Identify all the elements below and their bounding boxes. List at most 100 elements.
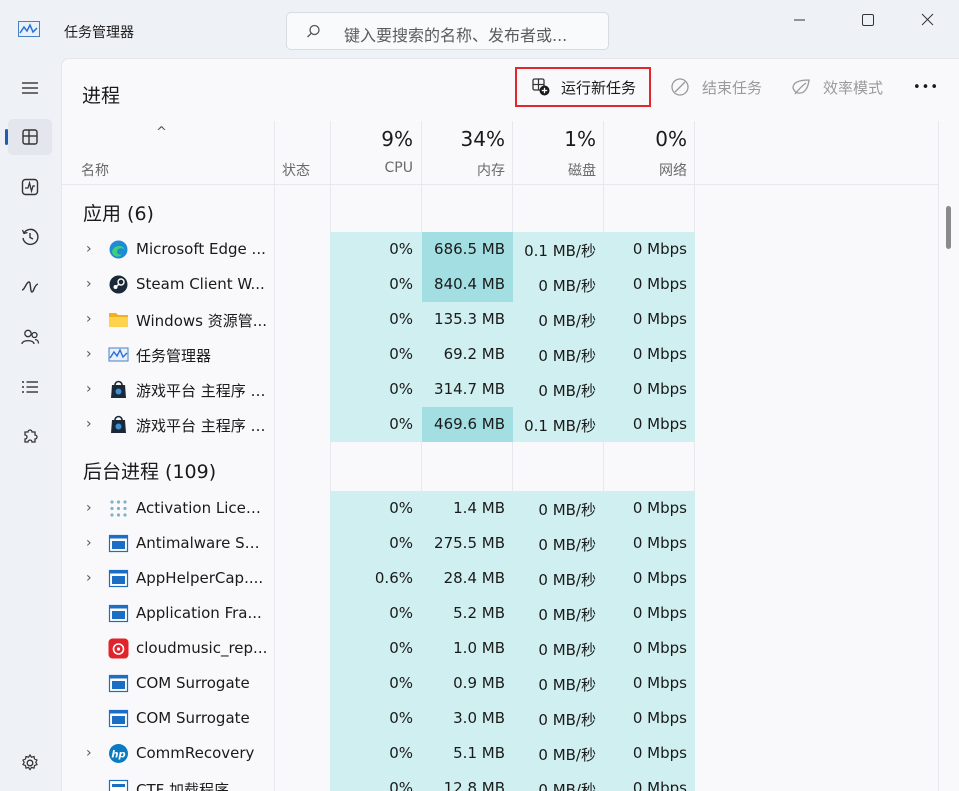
process-name: 游戏平台 主程序 (... [136, 417, 268, 435]
gameplatform-icon [111, 415, 126, 433]
close-button[interactable] [904, 0, 950, 40]
app-title: 任务管理器 [64, 25, 134, 41]
column-header-memory[interactable]: 内存 [422, 160, 505, 180]
table-row[interactable]: › Antimalware Ser... 0% 275.5 MB 0 MB/秒 … [62, 526, 695, 561]
nav-app-history[interactable] [8, 219, 52, 255]
maximize-button[interactable] [845, 0, 891, 40]
table-row[interactable]: CTF 加载程序 0% 12.8 MB 0 MB/秒 0 Mbps [62, 771, 695, 791]
network-cell: 0 Mbps [604, 736, 695, 771]
task-manager-app-icon [18, 21, 40, 37]
memory-cell: 12.8 MB [422, 771, 513, 791]
table-row[interactable]: Application Fra... 0% 5.2 MB 0 MB/秒 0 Mb… [62, 596, 695, 631]
cpu-cell: 0% [330, 631, 421, 666]
expand-chevron-icon[interactable]: › [86, 535, 92, 551]
run-new-task-label: 运行新任务 [561, 78, 637, 97]
network-cell: 0 Mbps [604, 232, 695, 267]
table-row[interactable]: › Windows 资源管... 0% 135.3 MB 0 MB/秒 0 Mb… [62, 302, 695, 337]
memory-total-pct[interactable]: 34% [422, 127, 505, 151]
nav-menu-toggle[interactable] [8, 70, 52, 106]
details-list-icon [22, 381, 38, 393]
table-row[interactable]: › Activation Licen... 0% 1.4 MB 0 MB/秒 0… [62, 491, 695, 526]
network-cell: 0 Mbps [604, 407, 695, 442]
end-task-icon [671, 78, 689, 96]
efficiency-mode-button[interactable]: 效率模式 [791, 67, 883, 107]
group-header-background: 后台进程 (109) [83, 461, 217, 483]
search-placeholder: 键入要搜索的名称、发布者或... [344, 26, 568, 45]
expand-chevron-icon[interactable]: › [86, 570, 92, 586]
table-row[interactable]: › 游戏平台 主程序 (... 0% 314.7 MB 0 MB/秒 0 Mbp… [62, 372, 695, 407]
cpu-cell: 0% [330, 337, 421, 372]
column-header-status[interactable]: 状态 [282, 160, 310, 180]
window-icon [108, 604, 129, 623]
process-name: COM Surrogate [136, 709, 250, 727]
group-header-apps: 应用 (6) [83, 203, 154, 225]
close-icon [921, 13, 934, 26]
network-cell: 0 Mbps [604, 526, 695, 561]
process-name: Antimalware Ser... [136, 534, 268, 552]
scrollbar-thumb[interactable] [946, 206, 951, 249]
window-icon [108, 709, 129, 728]
vertical-scrollbar[interactable] [938, 121, 959, 791]
memory-cell: 1.4 MB [422, 491, 513, 526]
sort-ascending-icon[interactable]: ^ [156, 125, 167, 140]
expand-chevron-icon[interactable]: › [86, 346, 92, 362]
nav-services[interactable] [8, 419, 52, 455]
run-new-task-button[interactable]: 运行新任务 [515, 67, 651, 107]
memory-cell: 840.4 MB [422, 267, 513, 302]
cpu-cell: 0% [330, 701, 421, 736]
edge-icon [109, 240, 128, 259]
process-name: cloudmusic_rep... [136, 639, 268, 657]
expand-chevron-icon[interactable]: › [86, 500, 92, 516]
table-row[interactable]: › Microsoft Edge ... 0% 686.5 MB 0.1 MB/… [62, 232, 695, 267]
column-header-cpu[interactable]: CPU [330, 160, 413, 176]
disk-cell: 0 MB/秒 [513, 372, 604, 407]
table-row[interactable]: › hp CommRecovery 0% 5.1 MB 0 MB/秒 0 Mbp… [62, 736, 695, 771]
window-icon [108, 534, 129, 553]
cpu-cell: 0% [330, 232, 421, 267]
cpu-cell: 0% [330, 407, 421, 442]
table-row[interactable]: › AppHelperCap.... 0.6% 28.4 MB 0 MB/秒 0… [62, 561, 695, 596]
run-task-icon [532, 78, 550, 96]
table-row[interactable]: › 游戏平台 主程序 (... 0% 469.6 MB 0.1 MB/秒 0 M… [62, 407, 695, 442]
nav-settings[interactable] [8, 745, 52, 781]
column-header-name[interactable]: 名称 [81, 160, 109, 180]
table-row[interactable]: COM Surrogate 0% 0.9 MB 0 MB/秒 0 Mbps [62, 666, 695, 701]
expand-chevron-icon[interactable]: › [86, 241, 92, 257]
nav-details[interactable] [8, 369, 52, 405]
nav-users[interactable] [8, 319, 52, 355]
column-header-network[interactable]: 网络 [604, 160, 687, 180]
network-cell: 0 Mbps [604, 771, 695, 791]
table-row[interactable]: cloudmusic_rep... 0% 1.0 MB 0 MB/秒 0 Mbp… [62, 631, 695, 666]
process-name: 任务管理器 [136, 347, 212, 365]
disk-total-pct[interactable]: 1% [513, 127, 596, 151]
cpu-total-pct[interactable]: 9% [330, 127, 413, 151]
expand-chevron-icon[interactable]: › [86, 745, 92, 761]
table-row[interactable]: COM Surrogate 0% 3.0 MB 0 MB/秒 0 Mbps [62, 701, 695, 736]
cpu-cell: 0% [330, 771, 421, 791]
table-header: ^ 名称 状态 9% CPU 34% 内存 1% 磁盘 0% 网络 [62, 121, 938, 185]
expand-chevron-icon[interactable]: › [86, 311, 92, 327]
nav-startup-apps[interactable] [8, 269, 52, 305]
nav-performance[interactable] [8, 169, 52, 205]
expand-chevron-icon[interactable]: › [86, 276, 92, 292]
end-task-button[interactable]: 结束任务 [670, 67, 762, 107]
startup-icon [21, 281, 39, 293]
process-name: 游戏平台 主程序 (... [136, 382, 268, 400]
ctf-icon [108, 779, 129, 791]
performance-icon [21, 178, 39, 196]
process-table: ^ 名称 状态 9% CPU 34% 内存 1% 磁盘 0% 网络 应用 (6)… [62, 121, 938, 791]
cpu-cell: 0% [330, 302, 421, 337]
table-row[interactable]: › 任务管理器 0% 69.2 MB 0 MB/秒 0 Mbps [62, 337, 695, 372]
expand-chevron-icon[interactable]: › [86, 381, 92, 397]
column-header-disk[interactable]: 磁盘 [513, 160, 596, 180]
minimize-button[interactable] [776, 0, 822, 40]
main-panel: 进程 运行新任务 结束任务 效率模式 ••• ^ 名称 状态 9% CPU 34… [61, 58, 959, 791]
more-options-button[interactable]: ••• [913, 67, 938, 107]
search-box[interactable]: 键入要搜索的名称、发布者或... [286, 12, 609, 50]
leaf-icon [792, 79, 810, 95]
nav-processes[interactable] [5, 119, 52, 155]
table-row[interactable]: › Steam Client W... 0% 840.4 MB 0 MB/秒 0… [62, 267, 695, 302]
network-total-pct[interactable]: 0% [604, 127, 687, 151]
users-icon [21, 329, 40, 345]
expand-chevron-icon[interactable]: › [86, 416, 92, 432]
